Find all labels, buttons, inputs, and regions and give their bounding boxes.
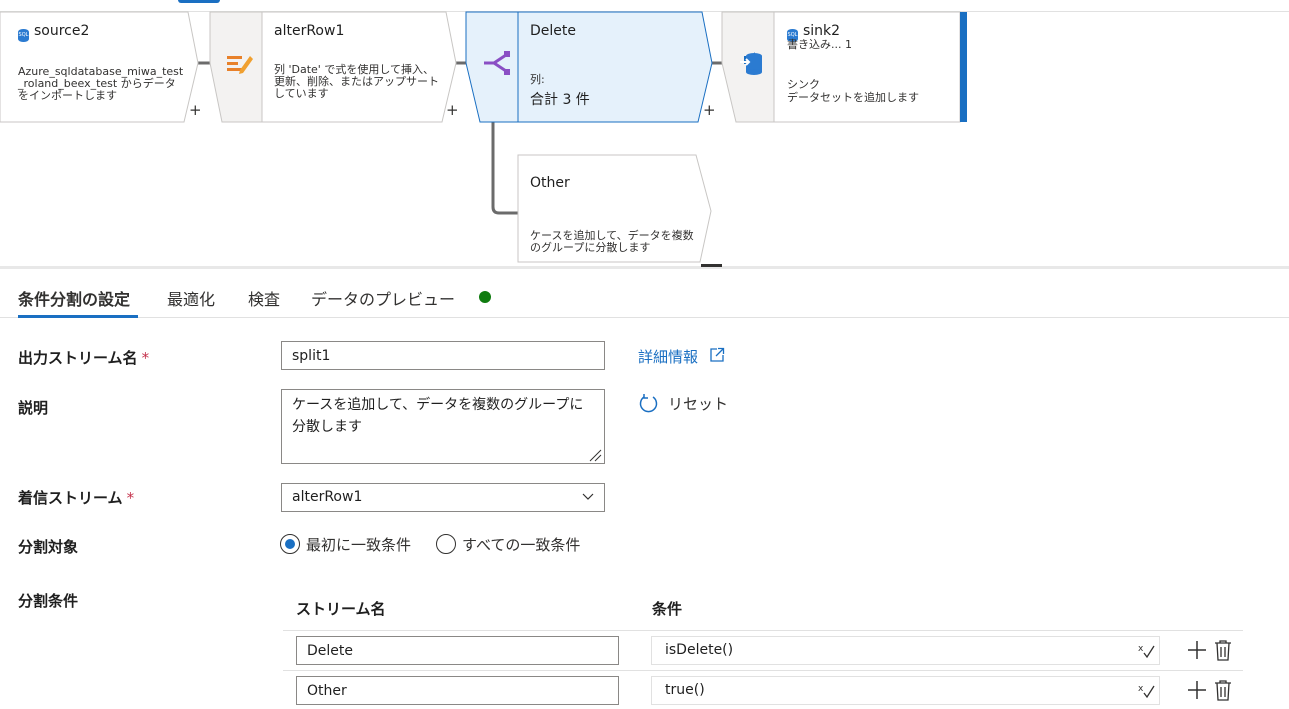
radio-first-match[interactable]: 最初に一致条件: [280, 534, 411, 555]
required-mark: *: [126, 489, 135, 507]
column-header-condition: 条件: [652, 600, 683, 618]
description-label: 説明: [18, 399, 49, 417]
tab-inspect[interactable]: 検査: [248, 286, 280, 310]
delete-column-total: 合計 3 件: [530, 92, 590, 108]
table-row-divider: [283, 670, 1243, 671]
reset-button[interactable]: リセット: [638, 393, 728, 415]
source2-description: Azure_sqldatabase_miwa_test_roland_beex_…: [18, 65, 184, 102]
condition-expression-field[interactable]: isDelete(): [651, 636, 1160, 665]
canvas-bottom-border: [0, 266, 1289, 269]
radio-unselected-icon: [436, 534, 456, 554]
panel-resize-handle[interactable]: [701, 264, 722, 267]
expression-builder-icon[interactable]: x: [1137, 642, 1157, 660]
stream-name-input[interactable]: [296, 676, 619, 705]
sink2-write-order: 書き込み... 1: [787, 38, 852, 51]
settings-tabs: 条件分割の設定 最適化 検査 データのプレビュー: [0, 280, 1289, 318]
textarea-resize-icon[interactable]: [588, 448, 602, 462]
other-title[interactable]: Other: [530, 175, 570, 191]
tab-conditional-split-settings[interactable]: 条件分割の設定: [18, 286, 130, 310]
flow-graph: [0, 11, 967, 263]
radio-all-matches[interactable]: すべての一致条件: [436, 534, 580, 555]
sink-icon-tile: [721, 11, 775, 123]
data-flow-canvas[interactable]: SQL source2 Azure_sqldatabase_miwa_test_r…: [0, 0, 1289, 269]
condition-expression-field[interactable]: true(): [651, 676, 1160, 705]
active-tab-underline: [18, 315, 138, 318]
table-divider: [283, 630, 1243, 631]
description-textarea[interactable]: ケースを追加して、データを複数のグループに分散します: [281, 389, 605, 464]
split-icon-tile: [465, 11, 519, 123]
external-link-icon: [710, 347, 724, 362]
output-stream-label: 出力ストリーム名 *: [18, 349, 150, 367]
add-row-icon[interactable]: [1187, 680, 1207, 700]
split-conditions-label: 分割条件: [18, 592, 79, 610]
incoming-stream-select[interactable]: alterRow1: [281, 483, 605, 512]
alterrow-icon-tile: [209, 11, 263, 123]
expression-builder-icon[interactable]: x: [1137, 682, 1157, 700]
output-stream-input[interactable]: [281, 341, 605, 370]
radio-selected-icon: [280, 534, 300, 554]
sink2-description: データセットを追加します: [787, 91, 919, 104]
sink2-kind: シンク: [787, 78, 820, 91]
split-on-label: 分割対象: [18, 538, 79, 556]
incoming-stream-label: 着信ストリーム *: [18, 489, 135, 507]
incoming-stream-value: alterRow1: [292, 489, 363, 505]
chevron-down-icon: [582, 493, 594, 500]
alterrow1-add-button[interactable]: +: [446, 101, 459, 119]
other-description: ケースを追加して、データを複数のグループに分散します: [530, 229, 694, 254]
sql-database-icon: SQL: [18, 29, 29, 42]
learn-more-link[interactable]: 詳細情報: [638, 346, 725, 367]
add-row-icon[interactable]: [1187, 640, 1207, 660]
delete-add-button[interactable]: +: [703, 101, 716, 119]
tab-optimize[interactable]: 最適化: [167, 286, 215, 310]
status-indicator: [479, 291, 491, 303]
alterrow1-title[interactable]: alterRow1: [274, 23, 344, 39]
delete-column-label: 列:: [530, 73, 545, 86]
connector-split-other: [491, 122, 518, 215]
svg-text:x: x: [1138, 644, 1144, 654]
source2-add-button[interactable]: +: [189, 101, 202, 119]
alterrow1-description: 列 'Date' で式を使用して挿入、更新、削除、またはアップサートしています: [274, 63, 439, 100]
required-mark: *: [141, 349, 150, 367]
svg-text:x: x: [1138, 684, 1144, 694]
delete-title[interactable]: Delete: [530, 23, 576, 39]
stream-name-input[interactable]: [296, 636, 619, 665]
source2-title[interactable]: SQL source2: [18, 23, 89, 42]
refresh-icon: [639, 394, 658, 413]
column-header-stream-name: ストリーム名: [296, 600, 386, 618]
delete-row-icon[interactable]: [1214, 640, 1232, 661]
delete-row-icon[interactable]: [1214, 680, 1232, 701]
tab-data-preview[interactable]: データのプレビュー: [311, 286, 455, 310]
